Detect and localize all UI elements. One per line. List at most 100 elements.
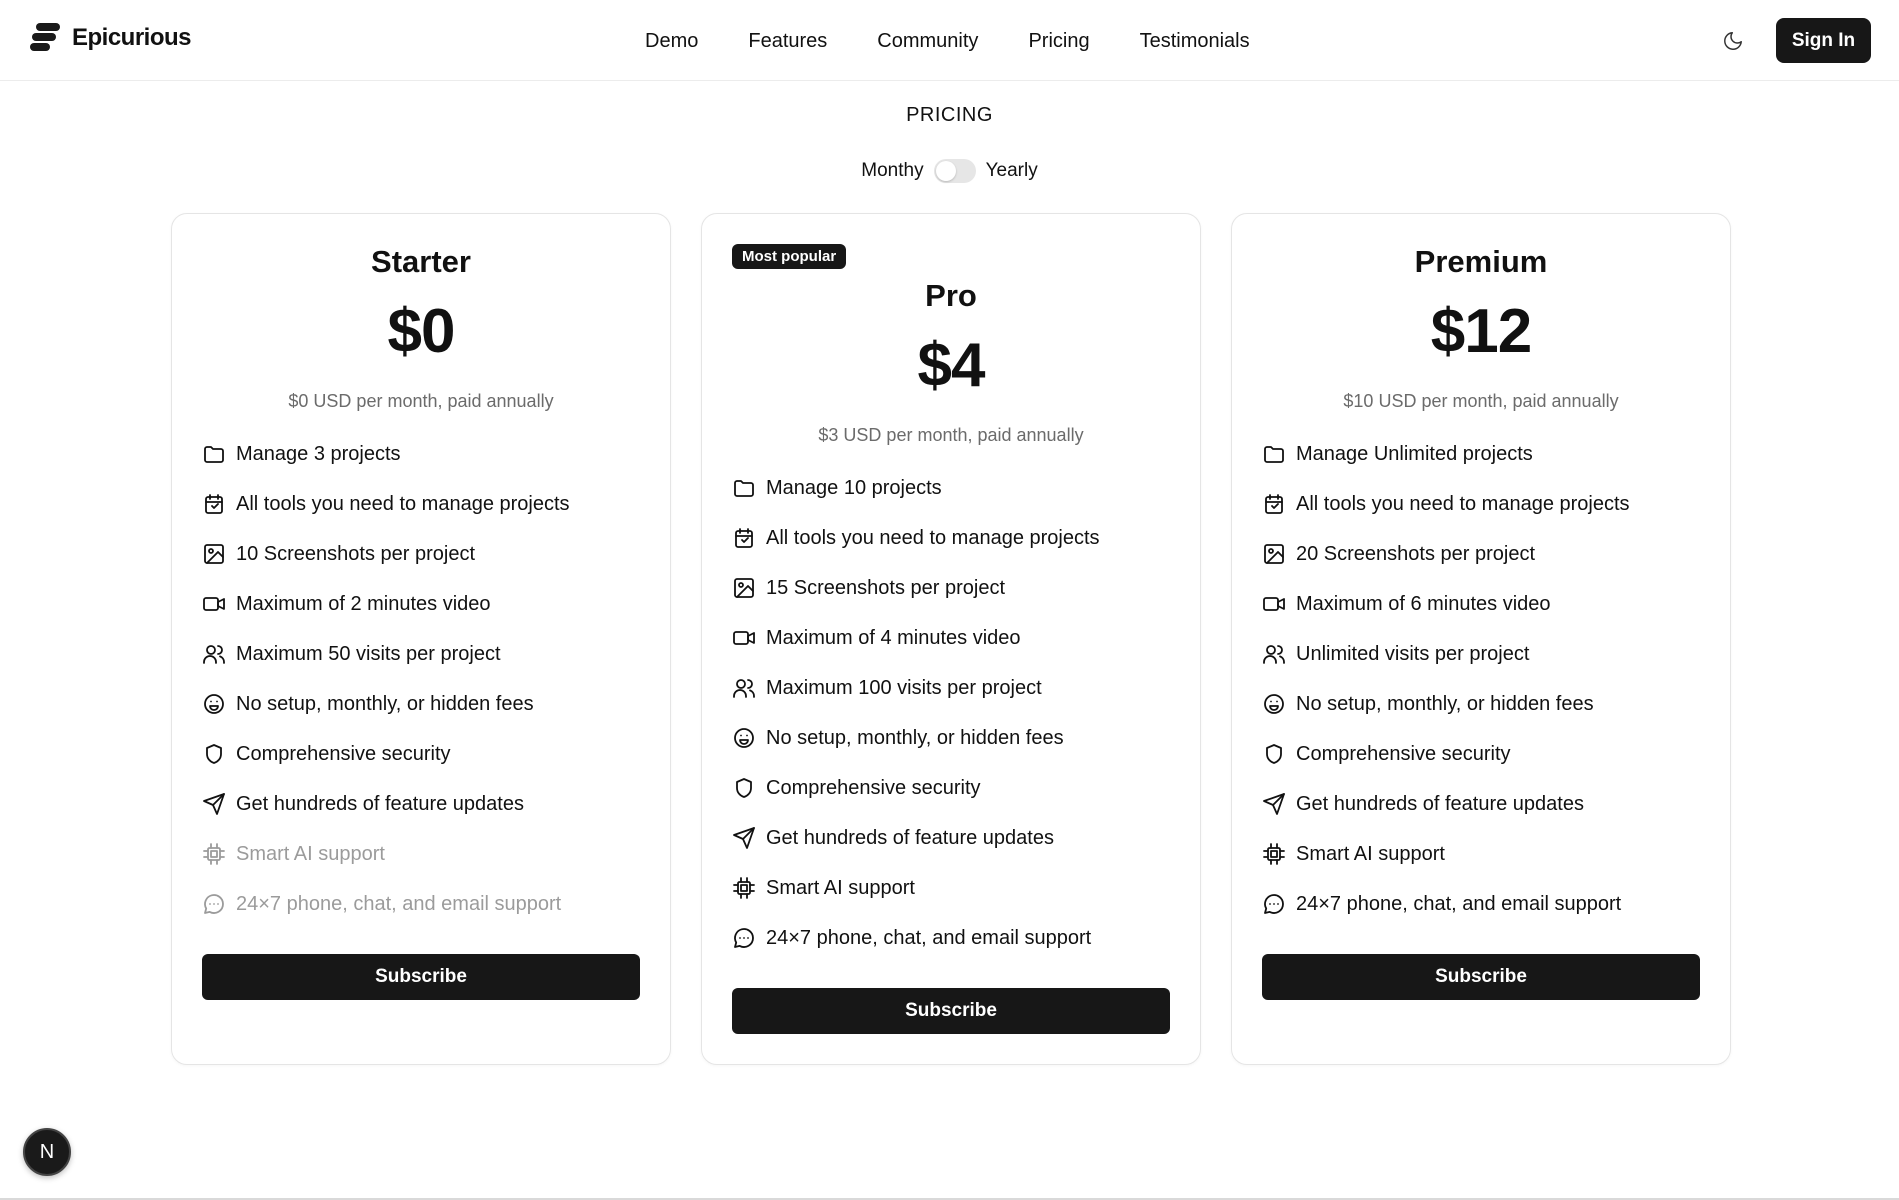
users-icon — [1262, 642, 1286, 666]
feature-text: Get hundreds of feature updates — [1296, 792, 1584, 815]
feature-text: Maximum of 2 minutes video — [236, 592, 491, 615]
feature-text: Smart AI support — [766, 876, 915, 899]
feature-list: Manage 3 projects All tools you need to m… — [202, 429, 570, 929]
feature-item: Manage 10 projects — [732, 463, 1100, 513]
feature-list: Manage 10 projects All tools you need to … — [732, 463, 1100, 963]
feature-item: Maximum of 2 minutes video — [202, 579, 570, 629]
feature-item: No setup, monthly, or hidden fees — [732, 713, 1100, 763]
feature-text: Get hundreds of feature updates — [766, 826, 1054, 849]
subscribe-button[interactable]: Subscribe — [202, 954, 640, 1000]
feature-text: All tools you need to manage projects — [766, 526, 1100, 549]
feature-text: Maximum of 6 minutes video — [1296, 592, 1551, 615]
theme-toggle-button[interactable] — [1720, 28, 1746, 54]
folder-icon — [1262, 442, 1286, 466]
brand-logo-link[interactable]: Epicurious — [28, 20, 192, 56]
feature-text: All tools you need to manage projects — [1296, 492, 1630, 515]
video-icon — [202, 592, 226, 616]
users-icon — [202, 642, 226, 666]
feature-text: Smart AI support — [236, 842, 385, 865]
billing-switch[interactable] — [933, 159, 976, 183]
plan-billing-note: $0 USD per month, paid annually — [288, 391, 554, 411]
feature-item: Get hundreds of feature updates — [1262, 779, 1630, 829]
feature-item: Maximum 50 visits per project — [202, 629, 570, 679]
feature-text: No setup, monthly, or hidden fees — [236, 692, 534, 715]
feature-item: Smart AI support — [732, 863, 1100, 913]
feature-text: Comprehensive security — [766, 776, 981, 799]
feature-item: All tools you need to manage projects — [202, 479, 570, 529]
users-icon — [732, 676, 756, 700]
video-icon — [1262, 592, 1286, 616]
feature-item: 10 Screenshots per project — [202, 529, 570, 579]
feature-item: Maximum of 6 minutes video — [1262, 579, 1630, 629]
nav-link-demo[interactable]: Demo — [645, 27, 723, 55]
cpu-icon — [202, 842, 226, 866]
smile-icon — [202, 692, 226, 716]
feature-item: 15 Screenshots per project — [732, 563, 1100, 613]
feature-text: Manage 3 projects — [236, 442, 401, 465]
sign-in-button[interactable]: Sign In — [1776, 18, 1871, 63]
pricing-card-starter: Starter $0 $0 USD per month, paid annually… — [171, 213, 671, 1065]
feature-text: Comprehensive security — [1296, 742, 1511, 765]
calendar-icon — [1262, 492, 1286, 516]
feature-item: Unlimited visits per project — [1262, 629, 1630, 679]
nav-link-pricing[interactable]: Pricing — [1003, 27, 1114, 55]
billing-monthly-label[interactable]: Monthy — [861, 160, 923, 182]
nav-link-features[interactable]: Features — [723, 27, 852, 55]
calendar-icon — [202, 492, 226, 516]
feature-item: Get hundreds of feature updates — [732, 813, 1100, 863]
shield-icon — [1262, 742, 1286, 766]
chat-icon — [1262, 892, 1286, 916]
billing-toggle: Monthy Yearly — [0, 159, 1899, 183]
feature-text: Manage Unlimited projects — [1296, 442, 1533, 465]
subscribe-button[interactable]: Subscribe — [1262, 954, 1700, 1000]
nav-link-testimonials[interactable]: Testimonials — [1115, 27, 1275, 55]
cpu-icon — [732, 876, 756, 900]
feature-text: Unlimited visits per project — [1296, 642, 1530, 665]
chat-icon — [202, 892, 226, 916]
plan-price: $12 — [1430, 297, 1532, 366]
video-icon — [732, 626, 756, 650]
shield-icon — [202, 742, 226, 766]
feature-item: 24×7 phone, chat, and email support — [1262, 879, 1630, 929]
switch-knob — [935, 161, 956, 181]
feature-item: Smart AI support — [1262, 829, 1630, 879]
smile-icon — [732, 726, 756, 750]
feature-text: Smart AI support — [1296, 842, 1445, 865]
send-icon — [202, 792, 226, 816]
nav-link-community[interactable]: Community — [852, 27, 1003, 55]
cpu-icon — [1262, 842, 1286, 866]
feature-item: Get hundreds of feature updates — [202, 779, 570, 829]
plan-name: Premium — [1414, 244, 1548, 279]
feature-item: No setup, monthly, or hidden fees — [1262, 679, 1630, 729]
feature-list: Manage Unlimited projects All tools you n… — [1262, 429, 1630, 929]
feature-text: Maximum 100 visits per project — [766, 676, 1042, 699]
feature-item: All tools you need to manage projects — [1262, 479, 1630, 529]
feature-item: Maximum of 4 minutes video — [732, 613, 1100, 663]
feature-item: Comprehensive security — [202, 729, 570, 779]
image-icon — [1262, 542, 1286, 566]
feature-item: Maximum 100 visits per project — [732, 663, 1100, 713]
feature-item: 24×7 phone, chat, and email support — [732, 913, 1100, 963]
dev-tools-badge[interactable]: N — [23, 1128, 71, 1176]
feature-item: Smart AI support — [202, 829, 570, 879]
feature-text: 15 Screenshots per project — [766, 576, 1006, 599]
folder-icon — [732, 476, 756, 500]
send-icon — [1262, 792, 1286, 816]
billing-yearly-label[interactable]: Yearly — [986, 160, 1038, 182]
logo-icon — [30, 23, 60, 51]
feature-item: Comprehensive security — [732, 763, 1100, 813]
feature-text: No setup, monthly, or hidden fees — [1296, 692, 1594, 715]
feature-item: 20 Screenshots per project — [1262, 529, 1630, 579]
feature-text: 20 Screenshots per project — [1296, 542, 1536, 565]
feature-text: No setup, monthly, or hidden fees — [766, 726, 1064, 749]
calendar-icon — [732, 526, 756, 550]
plan-billing-note: $10 USD per month, paid annually — [1343, 391, 1619, 411]
image-icon — [202, 542, 226, 566]
smile-icon — [1262, 692, 1286, 716]
plan-name: Pro — [925, 278, 977, 313]
feature-text: Maximum of 4 minutes video — [766, 626, 1021, 649]
plan-price: $0 — [387, 297, 456, 366]
feature-text: 10 Screenshots per project — [236, 542, 476, 565]
subscribe-button[interactable]: Subscribe — [732, 988, 1170, 1034]
feature-text: Comprehensive security — [236, 742, 451, 765]
